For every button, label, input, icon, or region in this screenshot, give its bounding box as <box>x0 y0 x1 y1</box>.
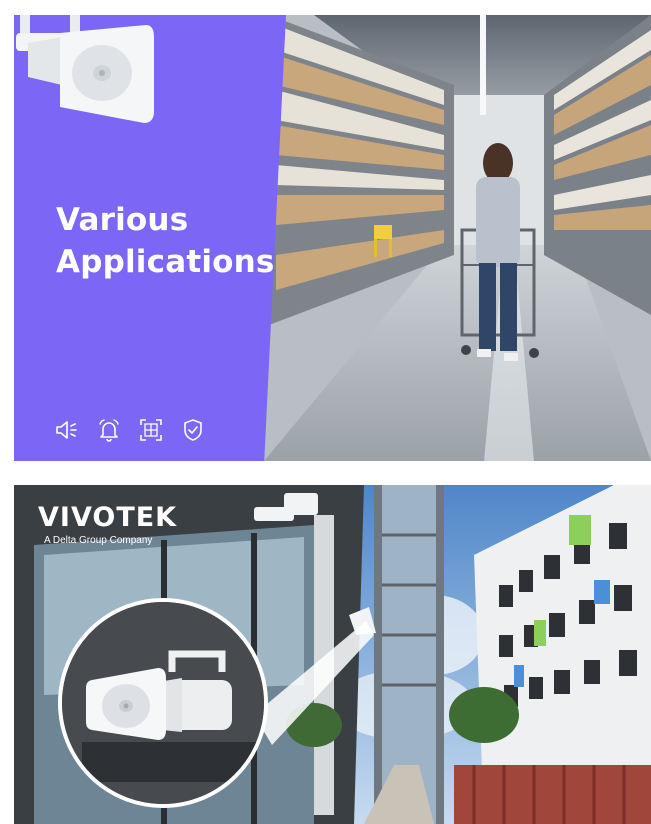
scan-frame-icon <box>140 419 162 441</box>
shield-check-icon <box>184 419 202 441</box>
headline-line-1: Various <box>56 202 189 238</box>
speaker-zoom-callout <box>58 598 268 808</box>
installation-showcase: VIVOTEK A Delta Group Company <box>14 485 651 824</box>
bell-icon <box>99 419 119 442</box>
applications-banner: Various Applications <box>14 15 651 461</box>
applications-headline: Various Applications <box>56 199 316 283</box>
brand-tagline: A Delta Group Company <box>44 535 153 546</box>
brand-logo: VIVOTEK A Delta Group Company <box>38 502 178 547</box>
headline-line-2: Applications <box>56 244 275 280</box>
horn-speaker-icon <box>16 15 154 123</box>
feature-icon-row <box>54 417 206 443</box>
brand-name: VIVOTEK <box>38 502 178 533</box>
speaker-icon <box>56 421 77 439</box>
horn-speaker-icon <box>62 602 264 804</box>
